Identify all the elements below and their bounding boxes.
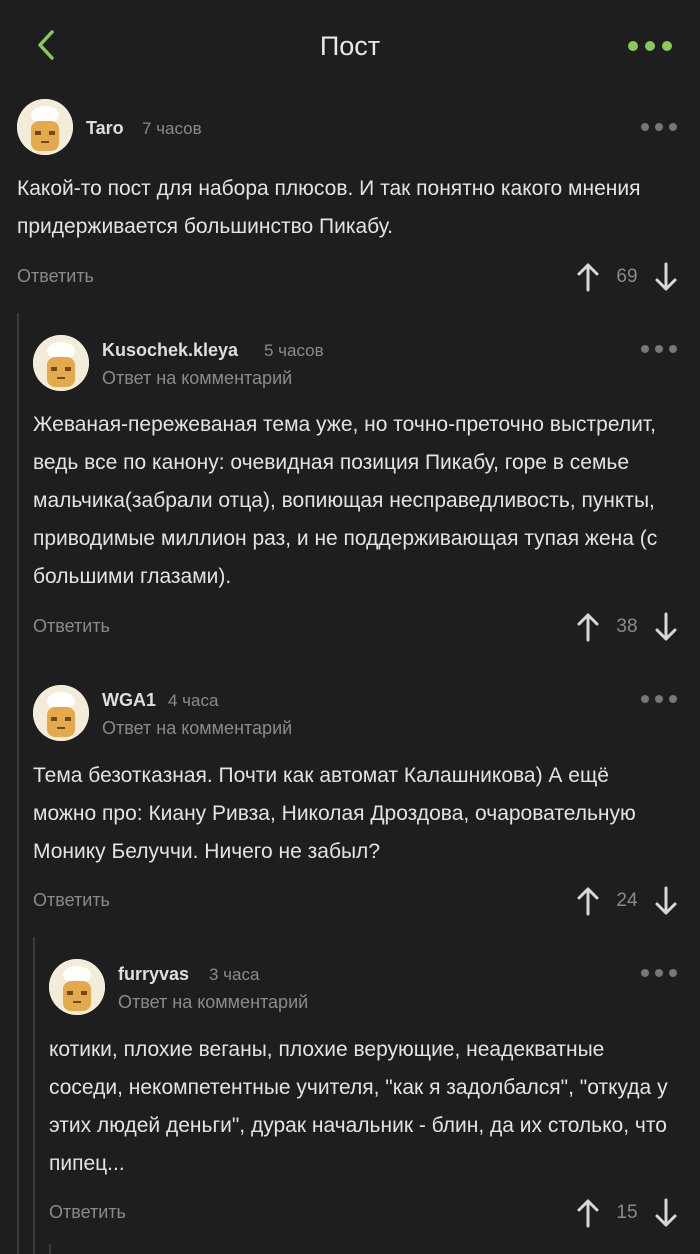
top-bar: Пост [0, 0, 700, 88]
comment-time: 4 часа [168, 691, 219, 710]
comment-more-button[interactable] [641, 343, 677, 355]
downvote-arrow-icon[interactable] [654, 1198, 678, 1228]
comment-author[interactable]: WGA1 [102, 690, 156, 711]
comment-more-button[interactable] [641, 693, 677, 705]
more-horizontal-icon [641, 123, 649, 131]
reply-button[interactable]: Ответить [17, 266, 94, 287]
comment-text: Тема безотказная. Почти как автомат Кала… [33, 764, 636, 863]
comment-text: Какой-то пост для набора плюсов. И так п… [17, 177, 641, 238]
comment-score: 24 [616, 890, 638, 911]
reply-button[interactable]: Ответить [49, 1202, 126, 1223]
upvote-arrow-icon[interactable] [576, 1198, 600, 1228]
page-title: Пост [319, 31, 381, 61]
thread-line [17, 313, 19, 1254]
reply-to-link[interactable]: Ответ на комментарий [102, 368, 292, 389]
more-horizontal-icon [641, 695, 649, 703]
upvote-arrow-icon[interactable] [576, 262, 600, 292]
downvote-arrow-icon[interactable] [654, 612, 678, 642]
reply-to-link[interactable]: Ответ на комментарий [102, 718, 292, 739]
comment-score: 69 [616, 266, 638, 287]
comment-text: Жеваная-пережеваная тема уже, но точно-п… [33, 413, 658, 588]
reply-button[interactable]: Ответить [33, 890, 110, 911]
comment-author[interactable]: Kusochek.kleya [102, 340, 238, 361]
comment-time: 3 часа [209, 965, 260, 984]
avatar[interactable] [33, 335, 89, 391]
more-horizontal-icon [641, 345, 649, 353]
chef-avatar-icon [49, 959, 105, 1015]
downvote-arrow-icon[interactable] [654, 886, 678, 916]
comment-more-button[interactable] [641, 121, 677, 133]
avatar[interactable] [17, 99, 73, 155]
comment-text: котики, плохие веганы, плохие верующие, … [49, 1038, 668, 1175]
downvote-arrow-icon[interactable] [654, 262, 678, 292]
comment-score: 38 [616, 616, 638, 637]
chef-avatar-icon [33, 685, 89, 741]
thread-line [33, 937, 35, 1254]
thread-line [49, 1244, 51, 1254]
more-menu-button[interactable] [628, 36, 672, 56]
comment-time: 7 часов [142, 119, 202, 138]
comment-score: 15 [616, 1202, 638, 1223]
comment-author[interactable]: furryvas [118, 964, 189, 985]
reply-button[interactable]: Ответить [33, 616, 110, 637]
comment-more-button[interactable] [641, 967, 677, 979]
upvote-arrow-icon[interactable] [576, 886, 600, 916]
comment-time: 5 часов [264, 341, 324, 360]
more-horizontal-icon [641, 969, 649, 977]
chef-avatar-icon [33, 335, 89, 391]
avatar[interactable] [49, 959, 105, 1015]
more-horizontal-icon [628, 41, 638, 51]
reply-to-link[interactable]: Ответ на комментарий [118, 992, 308, 1013]
comment-author[interactable]: Taro [86, 118, 124, 139]
chef-avatar-icon [17, 99, 73, 155]
upvote-arrow-icon[interactable] [576, 612, 600, 642]
avatar[interactable] [33, 685, 89, 741]
